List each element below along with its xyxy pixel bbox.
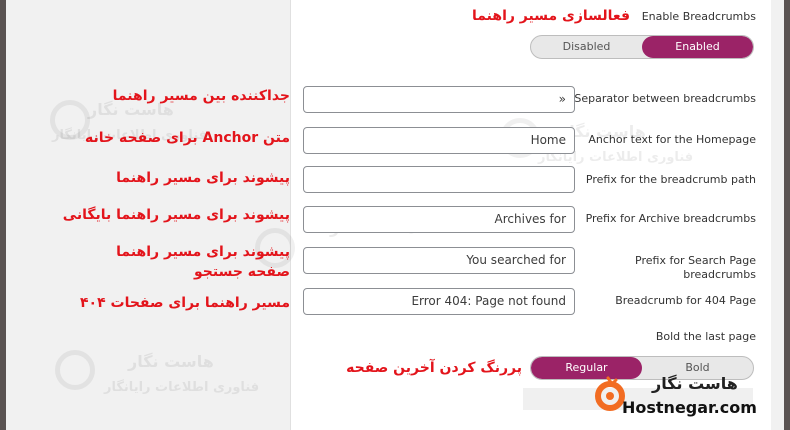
separator-label: Separator between breadcrumbs (574, 92, 756, 105)
enable-breadcrumbs-label: Enable Breadcrumbs (641, 10, 756, 23)
separator-input[interactable]: » (303, 86, 575, 113)
watermark-logo-icon (55, 350, 95, 390)
hostnegar-logo: هاست نگار Hostnegar.com (588, 372, 780, 424)
crumb-404-input[interactable]: Error 404: Page not found (303, 288, 575, 315)
annotation-404: مسیر راهنما برای صفحات ۴۰۴ (79, 295, 290, 311)
prefix-archive-input[interactable]: Archives for (303, 206, 575, 233)
annotation-bold-last: پررنگ کردن آخرین صفحه (346, 360, 522, 376)
enable-breadcrumbs-toggle: Disabled Enabled (530, 35, 754, 59)
left-frame (0, 0, 6, 430)
anchor-text-input[interactable]: Home (303, 127, 575, 154)
annotation-separator: جداکننده بین مسیر راهنما (112, 88, 290, 104)
enabled-option[interactable]: Enabled (642, 36, 753, 58)
annotation-enable: فعالسازی مسیر راهنما (472, 8, 630, 24)
annotation-anchor: متن Anchor برای صفحه خانه (85, 130, 290, 146)
prefix-search-input[interactable]: You searched for (303, 247, 575, 274)
logo-name-fa: هاست نگار (652, 374, 738, 393)
crumb-404-label: Breadcrumb for 404 Page (615, 294, 756, 307)
disabled-option[interactable]: Disabled (531, 36, 642, 58)
watermark-tagline: فناوری اطلاعات رایانگار (104, 380, 260, 395)
right-frame (784, 0, 790, 430)
watermark-brand: هاست نگار (128, 352, 214, 371)
prefix-path-input[interactable] (303, 166, 575, 193)
prefix-search-label: Prefix for Search Page breadcrumbs (635, 254, 756, 281)
anchor-text-label: Anchor text for the Homepage (588, 133, 756, 146)
annotation-prefix-archive: پیشوند برای مسیر راهنما بایگانی (62, 207, 290, 223)
prefix-path-label: Prefix for the breadcrumb path (585, 173, 756, 186)
annotation-prefix-path: پیشوند برای مسیر راهنما (116, 170, 290, 186)
logo-name-en: Hostnegar.com (622, 398, 757, 417)
settings-page: هاست نگار فناوری اطلاعات رایانگار هاست ن… (0, 0, 790, 430)
bold-last-label: Bold the last page (655, 330, 756, 343)
prefix-archive-label: Prefix for Archive breadcrumbs (585, 212, 756, 225)
annotation-prefix-search-line1: پیشوند برای مسیر راهنما (116, 244, 290, 260)
annotation-prefix-search-line2: صفحه جستجو (194, 264, 290, 280)
